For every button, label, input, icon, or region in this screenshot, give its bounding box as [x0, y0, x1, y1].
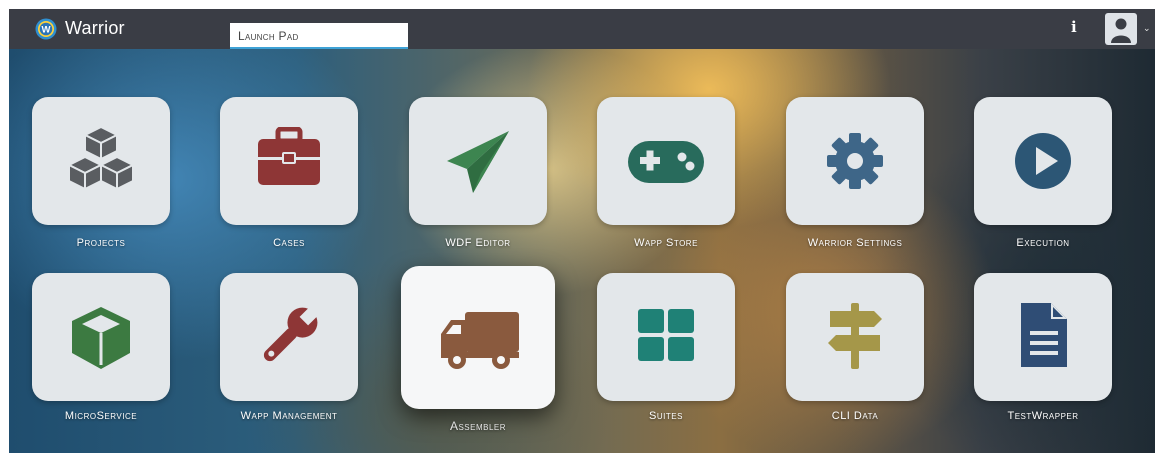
- user-icon: [1111, 18, 1131, 43]
- play-circle-icon: [1015, 133, 1071, 189]
- signpost-icon: [828, 303, 882, 369]
- briefcase-icon: [258, 127, 320, 185]
- paper-plane-icon: [447, 131, 509, 193]
- truck-icon: [441, 312, 519, 369]
- gamepad-icon: [628, 141, 704, 183]
- app-tile-suites[interactable]: [597, 273, 735, 401]
- info-icon[interactable]: i: [1071, 18, 1077, 36]
- logo-letter: W: [42, 25, 51, 36]
- app-tile-warrior-settings[interactable]: [786, 97, 924, 225]
- app-tile-testwrapper[interactable]: [974, 273, 1112, 401]
- app-label-cases: Cases: [273, 237, 305, 249]
- app-label-cli-data: CLI Data: [831, 410, 879, 422]
- breadcrumb-launch-pad[interactable]: Launch Pad: [230, 23, 408, 49]
- app-label-assembler: Assembler: [449, 419, 507, 433]
- app-label-testwrapper: TestWrapper: [1007, 410, 1079, 422]
- user-avatar-button[interactable]: [1105, 13, 1137, 45]
- app-label-suites: Suites: [649, 410, 683, 422]
- app-tile-assembler[interactable]: [401, 266, 555, 409]
- app-tile-wapp-store[interactable]: [597, 97, 735, 225]
- cubes-icon: [68, 126, 134, 190]
- wrench-icon: [263, 305, 320, 362]
- warrior-logo-icon[interactable]: W: [35, 18, 57, 40]
- app-label-wapp-store: Wapp Store: [634, 237, 698, 249]
- app-label-warrior-settings: Warrior Settings: [807, 237, 903, 249]
- app-label-execution: Execution: [1016, 237, 1070, 249]
- app-label-wapp-management: Wapp Management: [240, 410, 338, 422]
- grid-icon: [638, 309, 694, 361]
- app-tile-cli-data[interactable]: [786, 273, 924, 401]
- app-tile-cases[interactable]: [220, 97, 358, 225]
- app-title[interactable]: Warrior: [65, 18, 125, 39]
- app-tile-wapp-management[interactable]: [220, 273, 358, 401]
- app-tile-execution[interactable]: [974, 97, 1112, 225]
- cube-icon: [72, 307, 130, 369]
- app-label-wdf-editor: WDF Editor: [445, 237, 511, 249]
- app-tile-microservice[interactable]: [32, 273, 170, 401]
- app-label-microservice: MicroService: [64, 410, 138, 422]
- app-window: W Warrior Launch Pad i ⌄ Projects Cases …: [9, 9, 1155, 453]
- gear-icon: [827, 133, 883, 189]
- top-navigation-bar: W Warrior Launch Pad i ⌄: [9, 9, 1155, 49]
- chevron-down-icon[interactable]: ⌄: [1143, 23, 1151, 34]
- app-label-projects: Projects: [76, 237, 126, 249]
- app-tile-wdf-editor[interactable]: [409, 97, 547, 225]
- document-icon: [1021, 303, 1067, 367]
- app-tile-projects[interactable]: [32, 97, 170, 225]
